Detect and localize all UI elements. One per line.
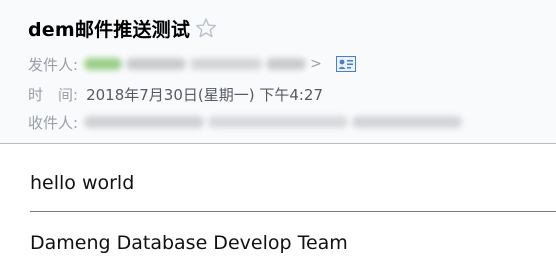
email-subject: dem邮件推送测试: [28, 18, 191, 41]
signature-divider: [30, 211, 556, 212]
sender-address-redacted[interactable]: [84, 58, 307, 70]
recipient-address-redacted[interactable]: [84, 116, 463, 128]
time-value: 2018年7月30日(星期一) 下午4:27: [86, 85, 324, 104]
subject-row: dem邮件推送测试: [28, 14, 217, 42]
time-label: 时 间:: [28, 85, 79, 104]
recipient-label: 收件人:: [28, 113, 79, 132]
contact-card-icon[interactable]: [335, 56, 356, 72]
email-signature: Dameng Database Develop Team: [30, 232, 348, 254]
sender-label: 发件人:: [28, 55, 79, 74]
email-body-line: hello world: [30, 172, 135, 194]
recipient-row: 收件人:: [28, 111, 463, 133]
star-icon[interactable]: [195, 17, 217, 39]
sender-row: 发件人: >: [28, 53, 356, 75]
sender-suffix: >: [310, 56, 322, 72]
time-row: 时 间: 2018年7月30日(星期一) 下午4:27: [28, 83, 323, 105]
header-divider: [0, 143, 556, 144]
email-header: dem邮件推送测试 发件人: > 时 间: 2018年7月30日(星期一) 下午…: [0, 0, 556, 143]
